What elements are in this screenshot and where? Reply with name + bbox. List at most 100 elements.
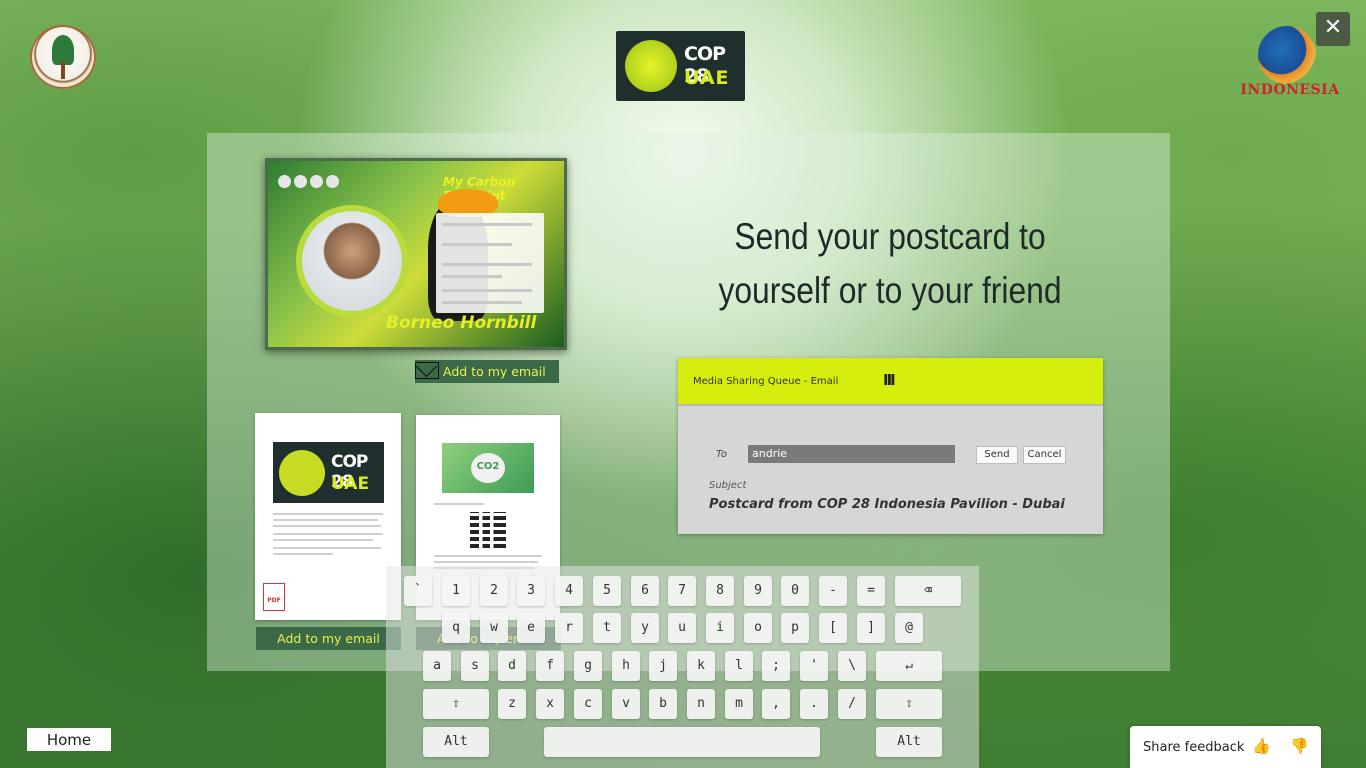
key-x[interactable]: x <box>536 689 564 719</box>
key-h[interactable]: h <box>612 651 640 681</box>
key-o[interactable]: o <box>744 613 772 643</box>
postcard-name: Borneo Hornbill <box>386 313 537 333</box>
backspace-key[interactable]: ⌫ <box>895 576 961 606</box>
to-email-input[interactable]: andrie <box>748 445 955 463</box>
key-q[interactable]: q <box>442 613 470 643</box>
key-s[interactable]: s <box>461 651 489 681</box>
to-label: To <box>716 449 727 460</box>
key-n[interactable]: n <box>687 689 715 719</box>
ministry-logo <box>30 25 96 89</box>
key-g[interactable]: g <box>574 651 602 681</box>
space-key[interactable] <box>544 727 820 757</box>
globe-icon <box>625 40 677 92</box>
key-apostrophe[interactable]: ' <box>800 651 828 681</box>
email-dialog: Media Sharing Queue - Email III To andri… <box>678 358 1103 534</box>
dialog-title: Media Sharing Queue - Email <box>693 376 839 387</box>
left-alt-key[interactable]: Alt <box>423 727 489 757</box>
key-period[interactable]: . <box>800 689 828 719</box>
postcard-add-to-email-label: Add to my email <box>443 364 546 379</box>
send-button[interactable]: Send <box>976 446 1018 464</box>
key-backslash[interactable]: \ <box>838 651 866 681</box>
key-j[interactable]: j <box>649 651 677 681</box>
backspace-icon: ⌫ <box>924 583 932 598</box>
close-icon: ✕ <box>1323 15 1343 40</box>
postcard-preview[interactable]: My Carbon Footprint Borneo Hornbill <box>265 158 567 350</box>
cop-logo-line2: UAE <box>684 67 730 89</box>
key-c[interactable]: c <box>574 689 602 719</box>
key-z[interactable]: z <box>498 689 526 719</box>
thumbs-up-icon[interactable]: 👍 <box>1252 737 1271 755</box>
key-5[interactable]: 5 <box>593 576 621 606</box>
key-1[interactable]: 1 <box>442 576 470 606</box>
key-b[interactable]: b <box>649 689 677 719</box>
key-t[interactable]: t <box>593 613 621 643</box>
indonesia-logo-text: INDONESIA <box>1240 82 1340 98</box>
key-comma[interactable]: , <box>762 689 790 719</box>
key-y[interactable]: y <box>631 613 659 643</box>
co2-banner: CO2 <box>442 443 534 493</box>
dialog-title-bar[interactable]: Media Sharing Queue - Email III <box>678 358 1103 406</box>
key-slash[interactable]: / <box>838 689 866 719</box>
postcard-add-to-email-button[interactable]: Add to my email <box>415 360 559 383</box>
shift-icon: ⇧ <box>905 696 913 711</box>
cop28-logo: COP 28 UAE <box>616 31 745 101</box>
key-8[interactable]: 8 <box>706 576 734 606</box>
key-k[interactable]: k <box>687 651 715 681</box>
key-open-bracket[interactable]: [ <box>819 613 847 643</box>
key-v[interactable]: v <box>612 689 640 719</box>
key-9[interactable]: 9 <box>744 576 772 606</box>
envelope-icon <box>415 362 439 379</box>
enter-key[interactable]: ↵ <box>876 651 942 681</box>
cancel-button[interactable]: Cancel <box>1023 446 1066 464</box>
key-equals[interactable]: = <box>857 576 885 606</box>
document-thumbnail-cop28[interactable]: COP 28 UAE PDF <box>255 413 401 620</box>
close-button[interactable]: ✕ <box>1316 12 1350 46</box>
key-minus[interactable]: - <box>819 576 847 606</box>
key-l[interactable]: l <box>725 651 753 681</box>
postcard-badges <box>278 173 368 188</box>
key-semicolon[interactable]: ; <box>762 651 790 681</box>
doc1-banner-line2: UAE <box>331 474 370 494</box>
share-feedback-label[interactable]: Share feedback <box>1143 740 1244 755</box>
key-at[interactable]: @ <box>895 613 923 643</box>
globe-icon <box>279 450 325 496</box>
key-f[interactable]: f <box>536 651 564 681</box>
key-0[interactable]: 0 <box>781 576 809 606</box>
page-title: Send your postcard to yourself or to you… <box>709 210 1070 318</box>
key-7[interactable]: 7 <box>668 576 696 606</box>
footprint-card <box>436 213 544 313</box>
tree-trunk <box>61 61 65 79</box>
on-screen-keyboard: ` 1 2 3 4 5 6 7 8 9 0 - = ⌫ q w e r t y … <box>386 566 979 768</box>
key-backtick[interactable]: ` <box>404 576 432 606</box>
left-shift-key[interactable]: ⇧ <box>423 689 489 719</box>
key-w[interactable]: w <box>480 613 508 643</box>
key-4[interactable]: 4 <box>555 576 583 606</box>
right-shift-key[interactable]: ⇧ <box>876 689 942 719</box>
shift-icon: ⇧ <box>452 696 460 711</box>
key-close-bracket[interactable]: ] <box>857 613 885 643</box>
key-u[interactable]: u <box>668 613 696 643</box>
home-button[interactable]: Home <box>27 728 111 751</box>
key-i[interactable]: i <box>706 613 734 643</box>
key-6[interactable]: 6 <box>631 576 659 606</box>
key-a[interactable]: a <box>423 651 451 681</box>
key-m[interactable]: m <box>725 689 753 719</box>
pdf-icon: PDF <box>263 583 285 611</box>
page-title-line2: yourself or to your friend <box>718 270 1062 311</box>
right-alt-key[interactable]: Alt <box>876 727 942 757</box>
doc1-add-to-email-button[interactable]: Add to my email <box>256 627 401 650</box>
drag-handle-icon[interactable]: III <box>883 371 896 389</box>
key-r[interactable]: r <box>555 613 583 643</box>
page-title-line1: Send your postcard to <box>734 216 1046 257</box>
subject-label: Subject <box>709 480 747 491</box>
key-d[interactable]: d <box>498 651 526 681</box>
cop28-banner: COP 28 UAE <box>273 442 384 503</box>
key-3[interactable]: 3 <box>517 576 545 606</box>
enter-icon: ↵ <box>905 658 913 673</box>
indonesia-emblem-icon <box>1258 26 1316 84</box>
thumbs-down-icon[interactable]: 👎 <box>1290 737 1309 755</box>
visitor-photo <box>296 205 408 317</box>
key-2[interactable]: 2 <box>480 576 508 606</box>
key-e[interactable]: e <box>517 613 545 643</box>
key-p[interactable]: p <box>781 613 809 643</box>
